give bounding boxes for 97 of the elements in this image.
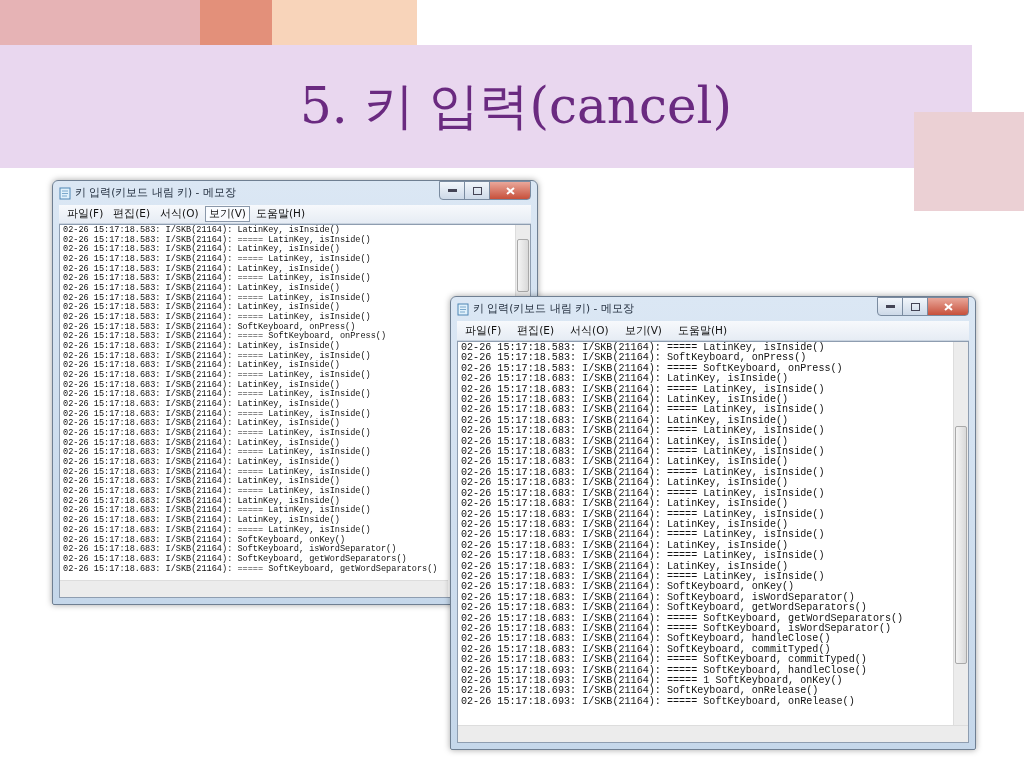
log-line: 02-26 15:17:18.583: I/SKB(21164): ===== LatinKey, isInside() xyxy=(63,235,371,245)
log-line: 02-26 15:17:18.683: I/SKB(21164): ===== LatinKey, isInside() xyxy=(461,509,825,520)
close-button[interactable] xyxy=(489,181,531,200)
log-line: 02-26 15:17:18.683: I/SKB(21164): LatinKey, isInside() xyxy=(63,477,340,487)
menu-item[interactable]: 편집(E) xyxy=(513,322,559,339)
log-line: 02-26 15:17:18.683: I/SKB(21164): ===== LatinKey, isInside() xyxy=(461,426,825,437)
log-line: 02-26 15:17:18.583: I/SKB(21164): ===== LatinKey, isInside() xyxy=(63,313,371,323)
log-line: 02-26 15:17:18.683: I/SKB(21164): ===== LatinKey, isInside() xyxy=(63,525,371,535)
menu-item[interactable]: 파일(F) xyxy=(461,322,506,339)
horizontal-scrollbar[interactable] xyxy=(458,725,968,742)
close-icon xyxy=(505,186,515,195)
log-line: 02-26 15:17:18.683: I/SKB(21164): ===== LatinKey, isInside() xyxy=(461,530,825,541)
log-line: 02-26 15:17:18.583: I/SKB(21164): SoftKeyboard, onPress() xyxy=(461,353,807,364)
log-line: 02-26 15:17:18.583: I/SKB(21164): LatinKey, isInside() xyxy=(63,303,340,313)
scroll-thumb[interactable] xyxy=(517,239,529,293)
log-line: 02-26 15:17:18.683: I/SKB(21164): ===== LatinKey, isInside() xyxy=(63,487,371,497)
vertical-scrollbar[interactable] xyxy=(953,342,968,725)
close-icon xyxy=(943,302,953,311)
close-button[interactable] xyxy=(927,297,969,316)
log-line: 02-26 15:17:18.583: I/SKB(21164): LatinKey, isInside() xyxy=(63,264,340,274)
menu-item[interactable]: 도움말(H) xyxy=(251,206,309,222)
log-line: 02-26 15:17:18.683: I/SKB(21164): ===== SoftKeyboard, getWordSeparators() xyxy=(63,564,438,575)
log-line: 02-26 15:17:18.683: I/SKB(21164): LatinKey, isInside() xyxy=(63,342,340,352)
scroll-thumb[interactable] xyxy=(955,426,967,664)
log-line: 02-26 15:17:18.683: I/SKB(21164): LatinKey, isInside() xyxy=(63,496,340,506)
log-line: 02-26 15:17:18.683: I/SKB(21164): LatinKey, isInside() xyxy=(461,478,789,489)
slide-title: 5. 키 입력(cancel) xyxy=(299,76,733,137)
notepad-icon xyxy=(59,186,71,200)
log-line: 02-26 15:17:18.683: I/SKB(21164): ===== LatinKey, isInside() xyxy=(461,488,825,499)
horizontal-scrollbar[interactable] xyxy=(60,580,448,597)
log-line: 02-26 15:17:18.683: I/SKB(21164): SoftKeyboard, isWordSeparator() xyxy=(63,545,397,555)
notepad-icon xyxy=(457,302,469,316)
menu-item[interactable]: 서식(O) xyxy=(566,322,613,339)
log-line: 02-26 15:17:18.583: I/SKB(21164): LatinKey, isInside() xyxy=(63,226,340,235)
log-line: 02-26 15:17:18.683: I/SKB(21164): LatinKey, isInside() xyxy=(63,400,340,410)
log-line: 02-26 15:17:18.683: I/SKB(21164): ===== LatinKey, isInside() xyxy=(63,390,371,400)
log-line: 02-26 15:17:18.683: I/SKB(21164): ===== LatinKey, isInside() xyxy=(63,371,371,381)
minimize-icon xyxy=(885,305,895,308)
log-line: 02-26 15:17:18.683: I/SKB(21164): LatinKey, isInside() xyxy=(461,374,789,385)
log-line: 02-26 15:17:18.683: I/SKB(21164): ===== LatinKey, isInside() xyxy=(63,467,371,477)
log-line: 02-26 15:17:18.683: I/SKB(21164): ===== LatinKey, isInside() xyxy=(461,551,825,562)
log-line: 02-26 15:17:18.683: I/SKB(21164): LatinKey, isInside() xyxy=(461,436,789,447)
log-line: 02-26 15:17:18.683: I/SKB(21164): LatinKey, isInside() xyxy=(461,395,789,406)
log-line: 02-26 15:17:18.683: I/SKB(21164): SoftKeyboard, getWordSeparators() xyxy=(461,603,867,614)
log-line: 02-26 15:17:18.683: I/SKB(21164): SoftKeyboard, getWordSeparators() xyxy=(63,554,407,564)
log-line: 02-26 15:17:18.683: I/SKB(21164): ===== SoftKeyboard, commitTyped() xyxy=(461,655,867,666)
log-line: 02-26 15:17:18.683: I/SKB(21164): ===== LatinKey, isInside() xyxy=(461,384,825,395)
log-line: 02-26 15:17:18.583: I/SKB(21164): SoftKeyboard, onPress() xyxy=(63,322,356,332)
log-line: 02-26 15:17:18.683: I/SKB(21164): LatinKey, isInside() xyxy=(63,438,340,448)
menu-item[interactable]: 서식(O) xyxy=(156,206,203,222)
maximize-icon xyxy=(472,186,482,195)
log-line: 02-26 15:17:18.683: I/SKB(21164): LatinKey, isInside() xyxy=(461,457,789,468)
log-line: 02-26 15:17:18.583: I/SKB(21164): ===== LatinKey, isInside() xyxy=(63,255,371,264)
log-line: 02-26 15:17:18.693: I/SKB(21164): ===== SoftKeyboard, handleClose() xyxy=(461,665,867,676)
window-title: 키 입력(키보드 내림 키) - 메모장 xyxy=(75,186,236,200)
log-line: 02-26 15:17:18.583: I/SKB(21164): ===== SoftKeyboard, onPress() xyxy=(63,332,387,342)
minimize-button[interactable] xyxy=(877,297,903,316)
log-line: 02-26 15:17:18.683: I/SKB(21164): ===== SoftKeyboard, getWordSeparators() xyxy=(461,613,904,624)
log-line: 02-26 15:17:18.583: I/SKB(21164): ===== LatinKey, isInside() xyxy=(63,274,371,284)
log-line: 02-26 15:17:18.683: I/SKB(21164): SoftKeyboard, isWordSeparator() xyxy=(461,592,855,603)
log-line: 02-26 15:17:18.683: I/SKB(21164): LatinKey, isInside() xyxy=(63,361,340,371)
log-line: 02-26 15:17:18.683: I/SKB(21164): ===== LatinKey, isInside() xyxy=(63,409,371,419)
maximize-button[interactable] xyxy=(902,297,928,316)
log-line: 02-26 15:17:18.583: I/SKB(21164): ===== LatinKey, isInside() xyxy=(63,293,371,303)
menu-item[interactable]: 보기(V) xyxy=(204,206,250,222)
log-line: 02-26 15:17:18.683: I/SKB(21164): ===== LatinKey, isInside() xyxy=(63,351,371,361)
log-line: 02-26 15:17:18.583: I/SKB(21164): LatinKey, isInside() xyxy=(63,245,340,255)
log-line: 02-26 15:17:18.683: I/SKB(21164): ===== LatinKey, isInside() xyxy=(461,405,825,416)
menu-item[interactable]: 파일(F) xyxy=(63,206,108,222)
maximize-button[interactable] xyxy=(464,181,490,200)
log-line: 02-26 15:17:18.583: I/SKB(21164): LatinKey, isInside() xyxy=(63,284,340,294)
log-line: 02-26 15:17:18.683: I/SKB(21164): LatinKey, isInside() xyxy=(63,419,340,429)
menu-item[interactable]: 보기(V) xyxy=(620,322,666,339)
log-line: 02-26 15:17:18.693: I/SKB(21164): SoftKeyboard, onRelease() xyxy=(461,686,819,697)
log-line: 02-26 15:17:18.683: I/SKB(21164): LatinKey, isInside() xyxy=(63,458,340,468)
log-line: 02-26 15:17:18.683: I/SKB(21164): SoftKeyboard, handleClose() xyxy=(461,634,831,645)
minimize-button[interactable] xyxy=(439,181,465,200)
log-line: 02-26 15:17:18.683: I/SKB(21164): LatinKey, isInside() xyxy=(461,561,789,572)
log-line: 02-26 15:17:18.683: I/SKB(21164): SoftKeyboard, commitTyped() xyxy=(461,644,831,655)
log-line: 02-26 15:17:18.683: I/SKB(21164): LatinKey, isInside() xyxy=(461,499,789,510)
log-line: 02-26 15:17:18.683: I/SKB(21164): LatinKey, isInside() xyxy=(63,516,340,526)
log-line: 02-26 15:17:18.693: I/SKB(21164): ===== SoftKeyboard, onRelease() xyxy=(461,696,855,708)
menu-item[interactable]: 도움말(H) xyxy=(673,322,731,339)
log-line: 02-26 15:17:18.683: I/SKB(21164): LatinKey, isInside() xyxy=(461,415,789,426)
log-line: 02-26 15:17:18.683: I/SKB(21164): ===== LatinKey, isInside() xyxy=(63,448,371,458)
log-line: 02-26 15:17:18.683: I/SKB(21164): ===== LatinKey, isInside() xyxy=(461,467,825,478)
log-line: 02-26 15:17:18.683: I/SKB(21164): SoftKeyboard, onKey() xyxy=(461,582,795,593)
log-line: 02-26 15:17:18.683: I/SKB(21164): ===== LatinKey, isInside() xyxy=(63,506,371,516)
minimize-icon xyxy=(447,189,457,192)
window-title: 키 입력(키보드 내림 키) - 메모장 xyxy=(473,302,634,316)
log-line: 02-26 15:17:18.683: I/SKB(21164): LatinKey, isInside() xyxy=(63,380,340,390)
log-line: 02-26 15:17:18.583: I/SKB(21164): ===== SoftKeyboard, onPress() xyxy=(461,363,843,374)
maximize-icon xyxy=(910,302,920,311)
menu-item[interactable]: 편집(E) xyxy=(109,206,155,222)
log-line: 02-26 15:17:18.683: I/SKB(21164): LatinKey, isInside() xyxy=(461,540,789,551)
log-line: 02-26 15:17:18.683: I/SKB(21164): SoftKeyboard, onKey() xyxy=(63,535,346,545)
log-line: 02-26 15:17:18.683: I/SKB(21164): ===== LatinKey, isInside() xyxy=(63,429,371,439)
